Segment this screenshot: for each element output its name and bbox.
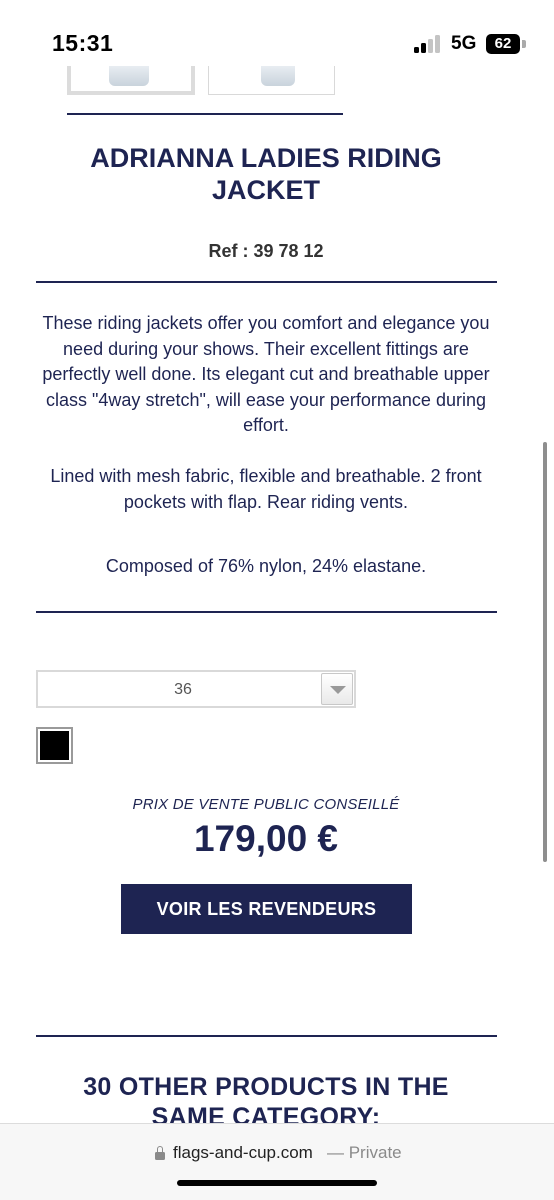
product-title: ADRIANNA LADIES RIDING JACKET — [90, 143, 442, 205]
description-paragraph: These riding jackets offer you comfort a… — [42, 313, 490, 435]
thumbnail-divider — [67, 113, 343, 115]
network-type: 5G — [451, 33, 477, 54]
lock-icon — [155, 1146, 165, 1160]
chevron-down-icon[interactable] — [321, 673, 353, 705]
description-paragraph: Lined with mesh fabric, flexible and bre… — [50, 466, 482, 512]
color-swatch-fill — [40, 731, 69, 760]
product-reference: Ref : 39 78 12 — [208, 241, 324, 261]
product-thumbnail-1[interactable] — [67, 62, 195, 95]
private-mode-label: — Private — [327, 1143, 402, 1162]
home-indicator[interactable] — [177, 1180, 377, 1186]
status-bar: 15:31 5G 62 — [0, 0, 554, 66]
divider — [36, 1035, 497, 1037]
price-label: PRIX DE VENTE PUBLIC CONSEILLÉ — [132, 796, 400, 813]
see-dealers-button[interactable]: VOIR LES REVENDEURS — [121, 884, 412, 934]
browser-address-bar[interactable]: flags-and-cup.com — Private — [0, 1123, 554, 1200]
composition-text: Composed of 76% nylon, 24% elastane. — [105, 556, 427, 576]
size-select[interactable]: 36 — [36, 670, 356, 708]
divider — [36, 611, 497, 613]
size-selected-value: 36 — [174, 681, 192, 698]
color-swatch-black[interactable] — [36, 727, 73, 764]
battery-tip — [522, 40, 526, 48]
divider — [36, 281, 497, 283]
signal-icon — [414, 35, 444, 53]
status-time: 15:31 — [52, 30, 114, 56]
product-thumbnail-2[interactable] — [208, 62, 335, 95]
product-price: 179,00 € — [193, 818, 339, 859]
product-page: 15:31 5G 62 ADRIANNA LADIES RIDING JACKE… — [0, 0, 554, 1200]
page-scrollbar[interactable] — [543, 442, 547, 862]
url-domain: flags-and-cup.com — [173, 1143, 313, 1162]
battery-icon: 62 — [486, 34, 520, 54]
